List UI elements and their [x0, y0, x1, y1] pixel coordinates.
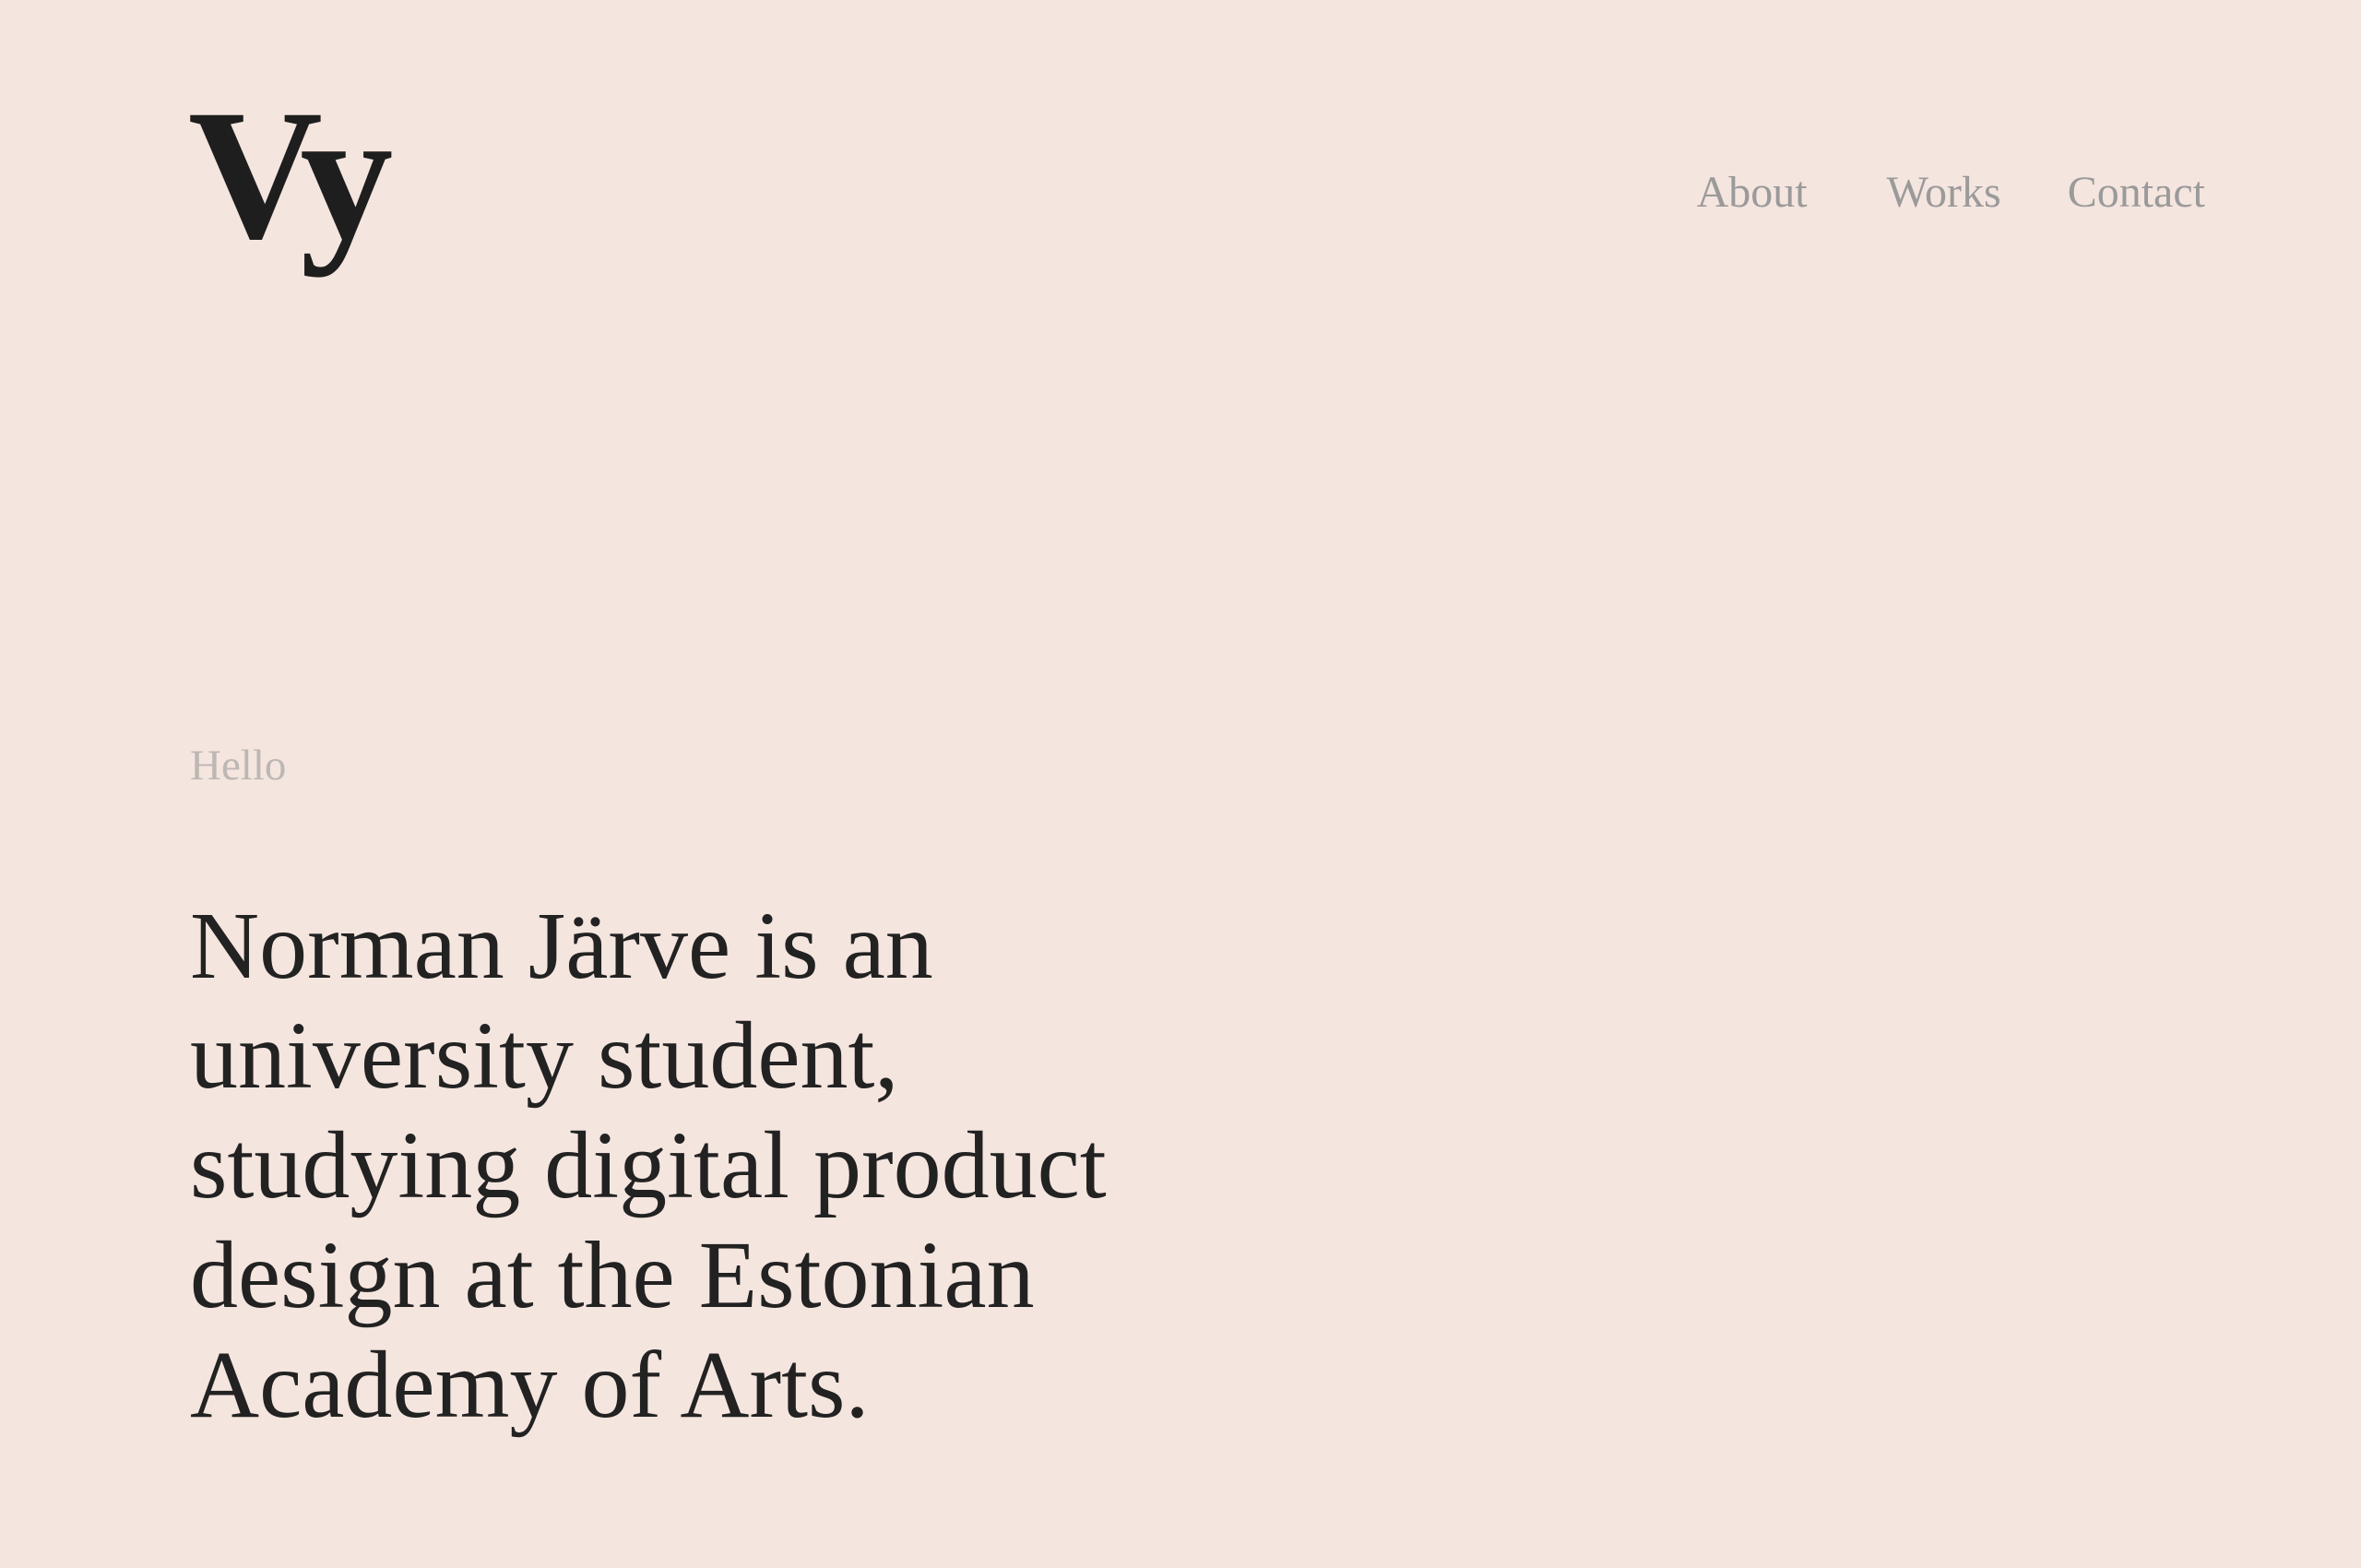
hero-intro: Norman Järve is an university student, s… [190, 893, 1107, 1438]
nav-link-works[interactable]: Works [1887, 166, 2001, 220]
nav-link-contact[interactable]: Contact [2068, 166, 2205, 220]
nav-link-about[interactable]: About [1697, 166, 1808, 220]
main-nav: About Works Contact [1697, 166, 2205, 220]
hero-greeting: Hello [190, 742, 287, 790]
site-logo[interactable]: Vy [188, 81, 393, 267]
